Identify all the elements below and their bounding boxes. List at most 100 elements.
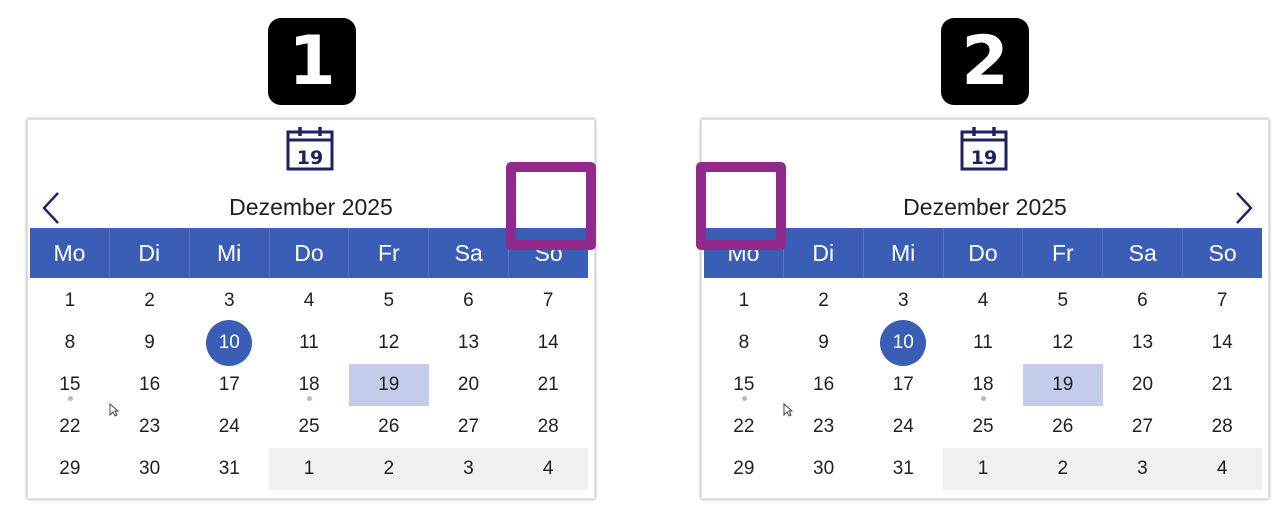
day-cell[interactable]: 29 <box>30 448 110 490</box>
day-cell[interactable]: 18 <box>269 364 349 406</box>
day-number: 7 <box>542 290 554 311</box>
day-cell[interactable]: 17 <box>189 364 269 406</box>
day-cell[interactable]: 4 <box>943 280 1023 322</box>
day-number: 17 <box>218 374 240 395</box>
day-cell[interactable]: 12 <box>349 322 429 364</box>
day-cell[interactable]: 31 <box>189 448 269 490</box>
day-number: 29 <box>733 458 755 479</box>
day-cell[interactable]: 18 <box>943 364 1023 406</box>
day-cell[interactable]: 25 <box>943 406 1023 448</box>
day-cell[interactable]: 4 <box>269 280 349 322</box>
day-number: 9 <box>144 332 155 353</box>
day-number: 15 <box>59 374 81 395</box>
day-cell[interactable]: 1 <box>30 280 110 322</box>
day-number: 5 <box>1057 290 1069 311</box>
day-cell[interactable]: 3 <box>863 280 943 322</box>
day-number: 14 <box>537 332 559 353</box>
day-cell[interactable]: 28 <box>508 406 588 448</box>
day-cell[interactable]: 24 <box>863 406 943 448</box>
calendar-icon: 19 <box>960 127 1008 171</box>
day-cell[interactable]: 2 <box>784 280 864 322</box>
day-cell[interactable]: 7 <box>508 280 588 322</box>
day-cell[interactable]: 20 <box>429 364 509 406</box>
week-row: 29 30 31 1 2 3 4 <box>704 448 1263 490</box>
day-cell[interactable]: 26 <box>349 406 429 448</box>
day-cell[interactable]: 28 <box>1182 406 1262 448</box>
day-number: 16 <box>139 374 161 395</box>
weekday-fr: Fr <box>1023 228 1104 278</box>
day-cell[interactable]: 1 <box>704 280 784 322</box>
day-cell-next-month[interactable]: 4 <box>1182 448 1263 490</box>
day-number: 30 <box>813 458 835 479</box>
day-number: 18 <box>972 374 994 395</box>
day-cell[interactable]: 2 <box>110 280 190 322</box>
step-badge-1: 1 <box>268 18 356 105</box>
day-cell[interactable]: 21 <box>508 364 588 406</box>
week-row: 15 16 17 18 19 20 21 <box>30 364 588 406</box>
day-number: 1 <box>303 458 315 479</box>
day-number: 31 <box>892 458 914 479</box>
day-number: 28 <box>1211 416 1233 437</box>
day-number: 4 <box>542 458 554 479</box>
day-number: 13 <box>1131 332 1154 353</box>
day-cell[interactable]: 16 <box>784 364 864 406</box>
day-cell[interactable]: 30 <box>110 448 190 490</box>
day-cell[interactable]: 11 <box>943 322 1023 364</box>
mouse-cursor-icon <box>783 403 793 417</box>
day-cell[interactable]: 8 <box>704 322 784 364</box>
day-cell-selected[interactable]: 19 <box>1022 364 1103 406</box>
day-cell[interactable]: 6 <box>1103 280 1183 322</box>
day-cell[interactable]: 31 <box>863 448 943 490</box>
day-cell[interactable]: 14 <box>1182 322 1262 364</box>
day-cell[interactable]: 5 <box>349 280 429 322</box>
day-cell-today[interactable]: 10 <box>189 320 269 366</box>
day-cell[interactable]: 22 <box>704 406 784 448</box>
day-cell-next-month[interactable]: 4 <box>508 448 589 490</box>
day-cell[interactable]: 9 <box>110 322 190 364</box>
day-cell[interactable]: 30 <box>784 448 864 490</box>
day-cell-selected[interactable]: 19 <box>348 364 429 406</box>
today-circle: 10 <box>880 320 927 366</box>
day-cell[interactable]: 27 <box>429 406 509 448</box>
day-cell-next-month[interactable]: 3 <box>1102 448 1183 490</box>
day-cell[interactable]: 15 <box>30 364 110 406</box>
day-cell[interactable]: 25 <box>269 406 349 448</box>
day-cell[interactable]: 23 <box>784 406 864 448</box>
day-cell[interactable]: 16 <box>110 364 190 406</box>
day-cell[interactable]: 21 <box>1182 364 1262 406</box>
day-number: 19 <box>1052 374 1074 395</box>
day-cell[interactable]: 20 <box>1103 364 1183 406</box>
day-cell-next-month[interactable]: 1 <box>943 448 1023 490</box>
day-cell[interactable]: 26 <box>1023 406 1103 448</box>
day-cell[interactable]: 27 <box>1103 406 1183 448</box>
day-cell-next-month[interactable]: 2 <box>348 448 429 490</box>
day-cell[interactable]: 24 <box>189 406 269 448</box>
day-cell-today[interactable]: 10 <box>863 320 943 366</box>
day-number: 15 <box>733 374 755 395</box>
day-cell-next-month[interactable]: 2 <box>1022 448 1103 490</box>
day-number: 23 <box>139 416 161 437</box>
day-cell[interactable]: 6 <box>429 280 509 322</box>
day-cell-next-month[interactable]: 3 <box>428 448 509 490</box>
annotation-highlight-frame-2 <box>696 162 786 250</box>
day-cell[interactable]: 15 <box>704 364 784 406</box>
day-cell[interactable]: 11 <box>269 322 349 364</box>
day-cell[interactable]: 5 <box>1023 280 1103 322</box>
day-cell[interactable]: 8 <box>30 322 110 364</box>
day-cell[interactable]: 13 <box>429 322 509 364</box>
day-cell[interactable]: 12 <box>1023 322 1103 364</box>
day-cell[interactable]: 7 <box>1182 280 1262 322</box>
event-dot-icon <box>67 396 73 401</box>
day-cell[interactable]: 9 <box>784 322 864 364</box>
week-row: 15 16 17 18 19 20 21 <box>704 364 1262 406</box>
day-cell[interactable]: 14 <box>508 322 588 364</box>
day-cell[interactable]: 29 <box>704 448 784 490</box>
day-cell[interactable]: 3 <box>189 280 269 322</box>
weekday-fr: Fr <box>349 228 430 278</box>
day-cell-next-month[interactable]: 1 <box>269 448 349 490</box>
day-cell[interactable]: 13 <box>1103 322 1183 364</box>
days-grid: 1 2 3 4 5 6 7 8 9 10 11 12 13 14 15 16 1… <box>30 280 589 490</box>
day-cell[interactable]: 23 <box>110 406 190 448</box>
day-cell[interactable]: 22 <box>30 406 110 448</box>
day-cell[interactable]: 17 <box>863 364 943 406</box>
